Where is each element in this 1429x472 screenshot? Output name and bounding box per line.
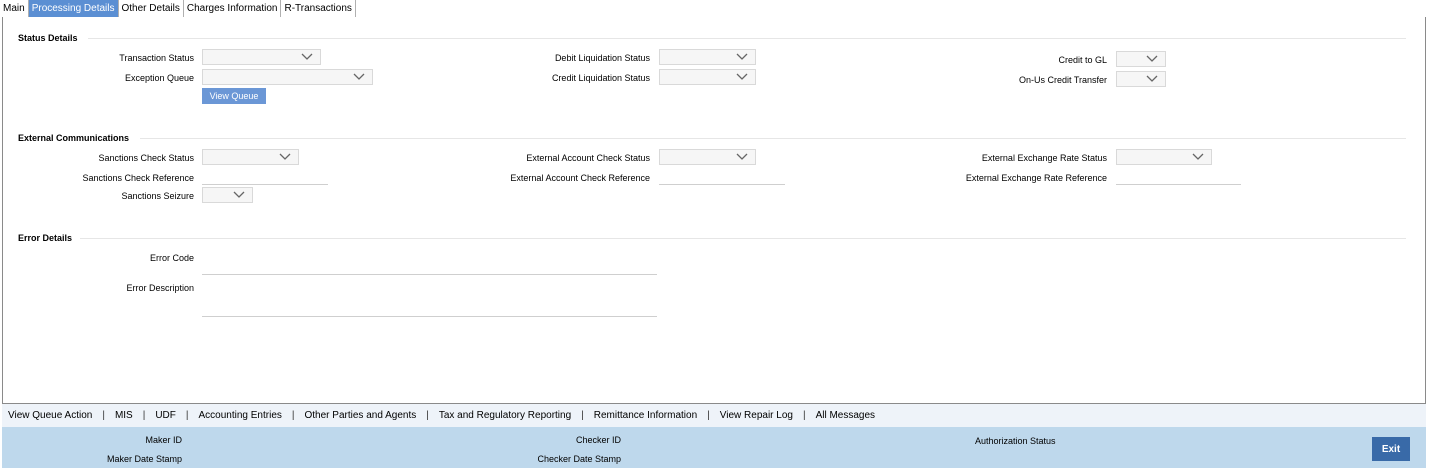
- transaction-status-label: Transaction Status: [119, 53, 194, 63]
- on-us-credit-transfer-select[interactable]: [1116, 71, 1166, 87]
- exception-queue-label: Exception Queue: [124, 73, 194, 83]
- chevron-down-icon: [1192, 153, 1204, 160]
- section-divider: [88, 38, 1406, 39]
- section-divider: [140, 138, 1406, 139]
- external-account-check-reference-field[interactable]: [659, 170, 785, 185]
- error-code-label: Error Code: [149, 253, 194, 263]
- sanctions-check-reference-field[interactable]: [202, 170, 328, 185]
- audit-bar: Maker ID Maker Date Stamp Checker ID Che…: [2, 427, 1426, 468]
- exception-queue-select[interactable]: [202, 69, 373, 85]
- all-messages-link[interactable]: All Messages: [816, 410, 875, 421]
- view-queue-action-link[interactable]: View Queue Action: [8, 410, 92, 421]
- error-code-field[interactable]: [202, 260, 657, 275]
- maker-date-stamp-label: Maker Date Stamp: [106, 454, 182, 464]
- external-communications-title: External Communications: [18, 133, 130, 143]
- sanctions-check-status-select[interactable]: [202, 149, 299, 165]
- sanctions-seizure-select[interactable]: [202, 187, 253, 203]
- link-separator: |: [802, 410, 806, 421]
- accounting-entries-link[interactable]: Accounting Entries: [199, 410, 282, 421]
- chevron-down-icon: [1146, 75, 1158, 82]
- tab-processing-details[interactable]: Processing Details: [28, 0, 119, 17]
- link-separator: |: [142, 410, 146, 421]
- chevron-down-icon: [736, 53, 748, 60]
- view-repair-log-link[interactable]: View Repair Log: [720, 410, 793, 421]
- sanctions-check-status-label: Sanctions Check Status: [98, 153, 194, 163]
- external-account-check-status-label: External Account Check Status: [526, 153, 650, 163]
- section-divider: [80, 238, 1406, 239]
- other-parties-and-agents-link[interactable]: Other Parties and Agents: [305, 410, 417, 421]
- link-separator: |: [426, 410, 429, 421]
- transaction-status-select[interactable]: [202, 49, 321, 65]
- exit-button[interactable]: Exit: [1372, 437, 1410, 461]
- udf-link[interactable]: UDF: [155, 410, 176, 421]
- debit-liquidation-status-select[interactable]: [659, 49, 756, 65]
- on-us-credit-transfer-label: On-Us Credit Transfer: [1018, 75, 1107, 85]
- chevron-down-icon: [736, 73, 748, 80]
- credit-to-gl-select[interactable]: [1116, 51, 1166, 67]
- sanctions-check-reference-label: Sanctions Check Reference: [82, 173, 194, 183]
- remittance-information-link[interactable]: Remittance Information: [594, 410, 697, 421]
- tab-bar: Main Processing Details Other Details Ch…: [0, 0, 356, 17]
- status-details-title: Status Details: [18, 33, 78, 43]
- chevron-down-icon: [353, 73, 365, 80]
- chevron-down-icon: [279, 153, 291, 160]
- error-description-field[interactable]: [202, 280, 657, 317]
- maker-id-label: Maker ID: [145, 435, 182, 445]
- link-separator: |: [707, 410, 710, 421]
- chevron-down-icon: [301, 53, 313, 60]
- checker-date-stamp-label: Checker Date Stamp: [537, 454, 621, 464]
- credit-to-gl-label: Credit to GL: [1058, 55, 1107, 65]
- external-account-check-reference-label: External Account Check Reference: [510, 173, 650, 183]
- mis-link[interactable]: MIS: [115, 410, 133, 421]
- external-account-check-status-select[interactable]: [659, 149, 756, 165]
- tab-r-transactions[interactable]: R-Transactions: [281, 0, 356, 17]
- view-queue-button[interactable]: View Queue: [202, 88, 266, 104]
- credit-liquidation-status-label: Credit Liquidation Status: [551, 73, 650, 83]
- tab-other-details[interactable]: Other Details: [119, 0, 184, 17]
- external-exchange-rate-reference-label: External Exchange Rate Reference: [965, 173, 1107, 183]
- credit-liquidation-status-select[interactable]: [659, 69, 756, 85]
- chevron-down-icon: [1146, 55, 1158, 62]
- sanctions-seizure-label: Sanctions Seizure: [121, 191, 194, 201]
- error-description-label: Error Description: [126, 283, 194, 293]
- external-exchange-rate-status-label: External Exchange Rate Status: [981, 153, 1107, 163]
- chevron-down-icon: [736, 153, 748, 160]
- link-separator: |: [581, 410, 584, 421]
- checker-id-label: Checker ID: [575, 435, 621, 445]
- authorization-status-label: Authorization Status: [975, 436, 1056, 446]
- chevron-down-icon: [233, 191, 245, 198]
- tab-charges-information[interactable]: Charges Information: [184, 0, 282, 17]
- external-exchange-rate-reference-field[interactable]: [1116, 170, 1241, 185]
- debit-liquidation-status-label: Debit Liquidation Status: [554, 53, 650, 63]
- link-separator: |: [102, 410, 105, 421]
- error-details-title: Error Details: [18, 233, 73, 243]
- link-separator: |: [291, 410, 295, 421]
- footer-link-bar: View Queue Action | MIS | UDF | Accounti…: [2, 404, 1426, 427]
- link-separator: |: [185, 410, 189, 421]
- tax-and-regulatory-reporting-link[interactable]: Tax and Regulatory Reporting: [439, 410, 571, 421]
- external-exchange-rate-status-select[interactable]: [1116, 149, 1212, 165]
- tab-main[interactable]: Main: [0, 0, 29, 17]
